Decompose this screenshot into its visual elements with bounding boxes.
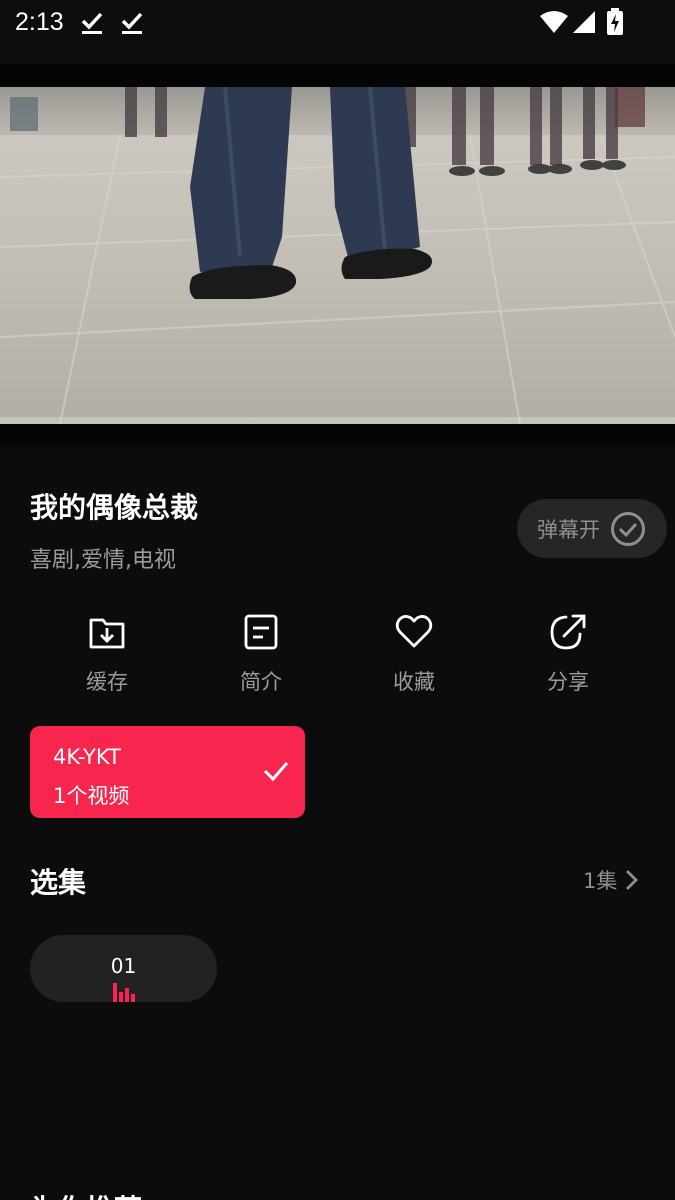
heart-icon <box>395 615 433 648</box>
source-video-count: 1个视频 <box>53 784 130 808</box>
download-done-icon <box>81 12 103 34</box>
wifi-icon <box>540 11 568 33</box>
show-tags: 喜剧,爱情,电视 <box>30 548 176 573</box>
episode-number: 01 <box>110 954 137 978</box>
cache-button[interactable]: 缓存 <box>52 612 162 696</box>
favorite-label: 收藏 <box>393 670 435 694</box>
battery-charging-icon <box>607 8 623 35</box>
check-circle-icon <box>611 511 645 546</box>
recommend-section-title: 为你推荐 <box>30 1188 142 1200</box>
share-icon <box>550 614 586 650</box>
episode-count-link[interactable]: 1集 <box>583 865 639 895</box>
download-folder-icon <box>89 618 125 649</box>
danmaku-label: 弹幕开 <box>537 517 600 542</box>
playing-indicator-icon <box>113 983 135 1002</box>
show-title: 我的偶像总裁 <box>30 491 199 524</box>
cache-label: 缓存 <box>86 670 128 694</box>
intro-button[interactable]: 简介 <box>206 612 316 696</box>
status-time: 2:13 <box>15 8 64 36</box>
download-done-icon <box>121 12 143 34</box>
danmaku-toggle[interactable]: 弹幕开 <box>517 499 667 558</box>
check-icon <box>263 762 289 782</box>
intro-label: 简介 <box>240 670 282 694</box>
source-name: 4K-YKT <box>53 745 121 769</box>
episode-total: 1集 <box>583 869 618 893</box>
episodes-section-title: 选集 <box>30 866 87 899</box>
source-card-selected[interactable]: 4K-YKT 1个视频 <box>30 726 305 818</box>
share-button[interactable]: 分享 <box>513 612 623 696</box>
chevron-right-icon <box>626 870 639 890</box>
video-thumbnail[interactable] <box>0 87 675 424</box>
share-label: 分享 <box>547 670 589 694</box>
signal-icon <box>573 11 595 33</box>
favorite-button[interactable]: 收藏 <box>359 612 469 696</box>
status-bar: 2:13 <box>0 0 675 64</box>
video-player[interactable] <box>0 64 675 447</box>
episode-chip-playing[interactable]: 01 <box>30 935 217 1002</box>
document-icon <box>244 614 278 650</box>
